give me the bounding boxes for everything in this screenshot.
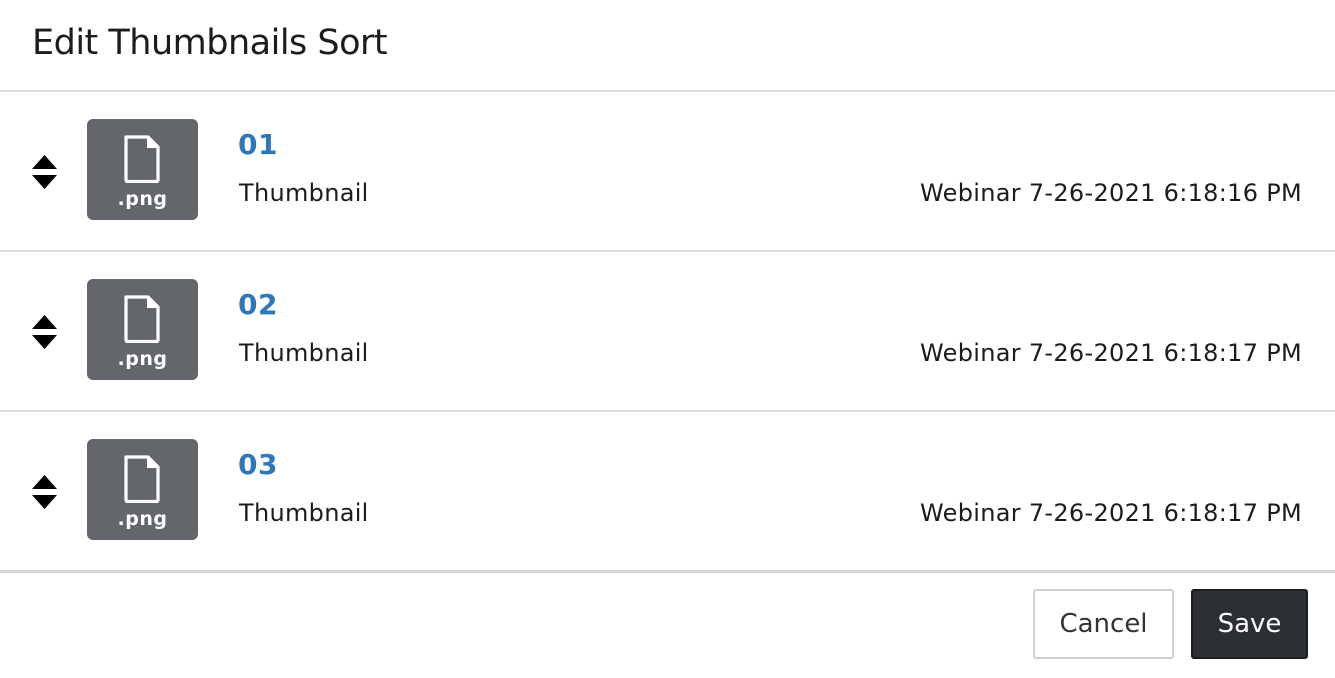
sort-icon[interactable] xyxy=(31,154,58,190)
dialog-header: Edit Thumbnails Sort xyxy=(0,0,1335,92)
item-title-link[interactable]: 03 xyxy=(238,448,278,481)
file-extension-label: .png xyxy=(117,508,168,530)
file-extension-label: .png xyxy=(117,188,168,210)
item-meta-label: Webinar 7-26-2021 6:18:17 PM xyxy=(920,339,1302,367)
item-meta-label: Webinar 7-26-2021 6:18:17 PM xyxy=(920,499,1302,527)
item-title-link[interactable]: 02 xyxy=(238,288,278,321)
sort-icon[interactable] xyxy=(31,314,58,350)
item-type-label: Thumbnail xyxy=(239,339,369,367)
edit-thumbnails-sort-dialog: Edit Thumbnails Sort .png 01 Thumbnail W… xyxy=(0,0,1335,678)
item-type-label: Thumbnail xyxy=(239,499,369,527)
dialog-footer: Cancel Save xyxy=(0,572,1335,678)
thumbnail-list: .png 01 Thumbnail Webinar 7-26-2021 6:18… xyxy=(0,92,1335,573)
list-item[interactable]: .png 03 Thumbnail Webinar 7-26-2021 6:18… xyxy=(0,412,1335,573)
cancel-button[interactable]: Cancel xyxy=(1033,589,1174,659)
file-icon xyxy=(124,455,160,503)
dialog-title: Edit Thumbnails Sort xyxy=(32,23,388,63)
item-meta-label: Webinar 7-26-2021 6:18:16 PM xyxy=(920,179,1302,207)
file-icon xyxy=(124,295,160,343)
item-type-label: Thumbnail xyxy=(239,179,369,207)
save-button[interactable]: Save xyxy=(1191,589,1308,659)
list-item[interactable]: .png 02 Thumbnail Webinar 7-26-2021 6:18… xyxy=(0,252,1335,412)
file-thumbnail: .png xyxy=(87,439,198,540)
item-title-link[interactable]: 01 xyxy=(238,128,278,161)
sort-icon[interactable] xyxy=(31,474,58,510)
list-item[interactable]: .png 01 Thumbnail Webinar 7-26-2021 6:18… xyxy=(0,92,1335,252)
file-extension-label: .png xyxy=(117,348,168,370)
file-thumbnail: .png xyxy=(87,119,198,220)
file-icon xyxy=(124,135,160,183)
file-thumbnail: .png xyxy=(87,279,198,380)
